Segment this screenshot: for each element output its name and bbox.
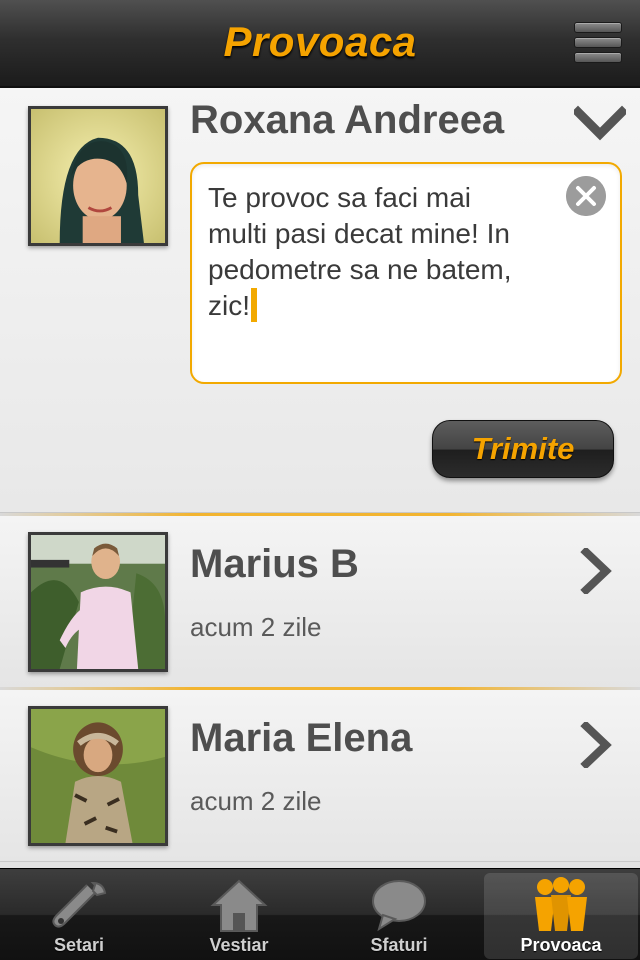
people-group-icon (535, 877, 587, 931)
tab-sfaturi[interactable]: Sfaturi (322, 873, 476, 959)
challenge-list: Roxana Andreea Te provoc sa faci mai mul… (0, 88, 640, 868)
avatar (28, 706, 168, 846)
wrench-icon (52, 881, 107, 928)
challenger-name: Roxana Andreea (190, 98, 505, 142)
tab-provoaca[interactable]: Provoaca (484, 873, 638, 959)
avatar (28, 106, 168, 246)
tab-vestiar[interactable]: Vestiar (162, 873, 316, 959)
message-line: multi pasi decat mine! In (208, 218, 510, 249)
speech-bubble-icon (372, 880, 426, 932)
hamburger-icon[interactable] (574, 22, 622, 66)
chevron-down-icon[interactable] (574, 104, 626, 144)
timestamp: acum 2 zile (190, 786, 322, 816)
tab-setari[interactable]: Setari (2, 873, 156, 959)
house-icon (210, 879, 268, 932)
avatar (28, 532, 168, 672)
top-navigation-bar: Provoaca (0, 0, 640, 88)
list-item[interactable]: Marius B acum 2 zile (0, 516, 640, 688)
tab-label: Vestiar (209, 935, 269, 955)
message-line: Te provoc sa faci mai (208, 182, 471, 213)
text-caret (251, 288, 257, 322)
list-item[interactable]: Maria Elena acum 2 zile (0, 690, 640, 862)
send-button[interactable]: Trimite (432, 420, 614, 478)
challenge-message-input[interactable]: Te provoc sa faci mai multi pasi decat m… (190, 162, 622, 384)
chevron-right-icon[interactable] (580, 548, 614, 594)
message-line: zic! (208, 290, 250, 321)
challenger-name: Marius B (190, 542, 359, 586)
chevron-right-icon[interactable] (580, 722, 614, 768)
timestamp: acum 2 zile (190, 612, 322, 642)
tab-label: Provoaca (520, 935, 602, 955)
tab-label: Setari (53, 935, 105, 955)
challenge-message-text: Te provoc sa faci mai multi pasi decat m… (208, 180, 568, 324)
tab-label: Sfaturi (370, 935, 428, 955)
close-circle-icon[interactable] (566, 176, 606, 216)
challenge-composer: Roxana Andreea Te provoc sa faci mai mul… (0, 88, 640, 513)
challenger-name: Maria Elena (190, 716, 413, 760)
page-title: Provoaca (223, 18, 417, 65)
message-line: pedometre sa ne batem, (208, 254, 512, 285)
tab-bar: Setari Vestiar Sfaturi Provoaca (0, 868, 640, 960)
